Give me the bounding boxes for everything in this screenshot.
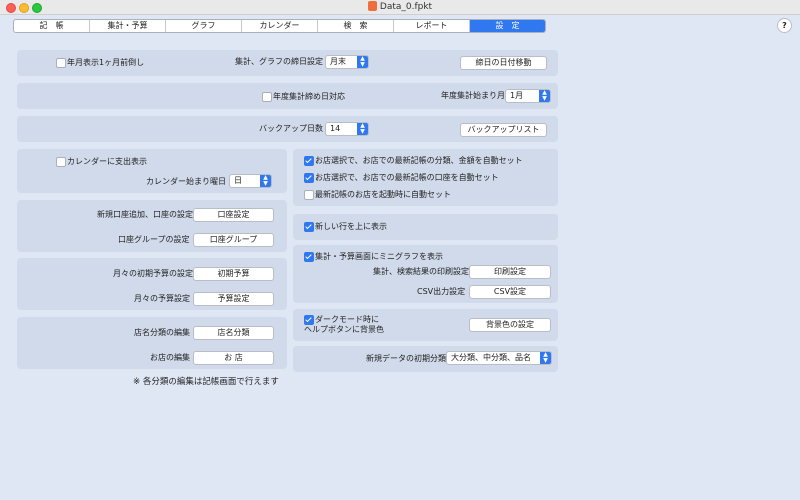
week-start-value: 日 (234, 176, 242, 185)
week-start-label: カレンダー始まり曜日 (146, 177, 226, 186)
new-data-classification-label: 新規データの初期分類 (366, 354, 446, 363)
add-account-label: 新規口座追加、口座の設定 (97, 210, 193, 219)
document-icon (367, 0, 377, 11)
closing-day-value: 月末 (330, 57, 346, 66)
chevron-updown-icon: ▲ ▼ (357, 56, 368, 68)
new-data-classification-select[interactable]: 大分類、中分類、品名 ▲ ▼ (446, 351, 552, 365)
auto-set-account-label: お店選択で、お店での最新記帳の口座を自動セット (315, 173, 499, 182)
show-expense-label: カレンダーに支出表示 (67, 157, 147, 166)
initial-budget-button[interactable]: 初期予算 (193, 267, 274, 281)
fiscal-start-value: 1月 (510, 91, 524, 100)
csv-settings-button[interactable]: CSV設定 (469, 285, 551, 299)
shop-edit-button[interactable]: お 店 (193, 351, 274, 365)
window-title: Data_0.fpkt (379, 2, 433, 12)
tab-graph[interactable]: グラフ (166, 20, 242, 32)
account-group-button[interactable]: 口座グループ (193, 233, 274, 247)
show-expense-checkbox[interactable] (56, 157, 66, 167)
dark-mode-label-line2: ヘルプボタンに背景色 (304, 325, 384, 334)
tab-kicho[interactable]: 記 帳 (14, 20, 90, 32)
chevron-updown-icon: ▲ ▼ (539, 90, 550, 102)
print-settings-label: 集計、検索結果の印刷設定 (373, 267, 469, 276)
move-closing-day-button[interactable]: 締日の日付移動 (460, 56, 547, 70)
fiscal-closing-checkbox[interactable] (262, 92, 272, 102)
csv-settings-label: CSV出力設定 (417, 287, 466, 296)
title-bar: Data_0.fpkt (0, 0, 800, 15)
tab-bar: 記 帳 集計・予算 グラフ カレンダー 検 索 レポート 設 定 (13, 19, 546, 33)
closing-day-label: 集計、グラフの締日設定 (235, 57, 323, 66)
account-settings-button[interactable]: 口座設定 (193, 208, 274, 222)
fiscal-closing-label: 年度集計締め日対応 (273, 92, 345, 101)
auto-set-category-label: お店選択で、お店での最新記帳の分類、金額を自動セット (315, 156, 523, 165)
background-color-button[interactable]: 背景色の設定 (469, 318, 551, 332)
footnote: ※ 各分類の編集は記帳画面で行えます (133, 377, 279, 387)
initial-budget-label: 月々の初期予算の設定 (113, 269, 193, 278)
dark-mode-help-bg-checkbox[interactable] (304, 315, 314, 325)
auto-set-account-checkbox[interactable] (304, 173, 314, 183)
tab-report[interactable]: レポート (394, 20, 470, 32)
tab-settings[interactable]: 設 定 (470, 20, 545, 32)
tab-search[interactable]: 検 索 (318, 20, 394, 32)
monthly-budget-button[interactable]: 予算設定 (193, 292, 274, 306)
prev-month-label: 年月表示1ヶ月前倒し (67, 58, 145, 67)
backup-days-select[interactable]: 14 ▲ ▼ (325, 122, 369, 136)
shop-category-button[interactable]: 店名分類 (193, 326, 274, 340)
backup-list-button[interactable]: バックアップリスト (460, 123, 547, 137)
new-row-top-checkbox[interactable] (304, 222, 314, 232)
shop-category-label: 店名分類の編集 (134, 328, 190, 337)
prev-month-checkbox[interactable] (56, 58, 66, 68)
fiscal-start-label: 年度集計始まり月 (441, 91, 505, 100)
backup-days-label: バックアップ日数 (259, 124, 323, 133)
auto-set-category-checkbox[interactable] (304, 156, 314, 166)
window-title-area: Data_0.fpkt (0, 0, 800, 13)
new-data-classification-value: 大分類、中分類、品名 (451, 353, 531, 362)
auto-set-shop-label: 最新記帳のお店を起動時に自動セット (315, 190, 451, 199)
account-group-label: 口座グループの設定 (118, 235, 190, 244)
tab-summary-budget[interactable]: 集計・予算 (90, 20, 166, 32)
chevron-updown-icon: ▲ ▼ (260, 175, 271, 187)
mini-graph-checkbox[interactable] (304, 252, 314, 262)
dark-mode-label-line1: ダークモード時に (315, 315, 379, 324)
tab-calendar[interactable]: カレンダー (242, 20, 318, 32)
shop-edit-label: お店の編集 (150, 353, 190, 362)
fiscal-start-select[interactable]: 1月 ▲ ▼ (505, 89, 551, 103)
auto-set-shop-checkbox[interactable] (304, 190, 314, 200)
chevron-updown-icon: ▲ ▼ (540, 352, 551, 364)
chevron-updown-icon: ▲ ▼ (357, 123, 368, 135)
monthly-budget-label: 月々の予算設定 (134, 294, 190, 303)
week-start-select[interactable]: 日 ▲ ▼ (229, 174, 272, 188)
backup-days-value: 14 (330, 124, 341, 133)
help-button[interactable]: ? (777, 18, 792, 33)
mini-graph-label: 集計・予算画面にミニグラフを表示 (315, 252, 443, 261)
new-row-top-label: 新しい行を上に表示 (315, 222, 387, 231)
closing-day-select[interactable]: 月末 ▲ ▼ (325, 55, 369, 69)
print-settings-button[interactable]: 印刷設定 (469, 265, 551, 279)
